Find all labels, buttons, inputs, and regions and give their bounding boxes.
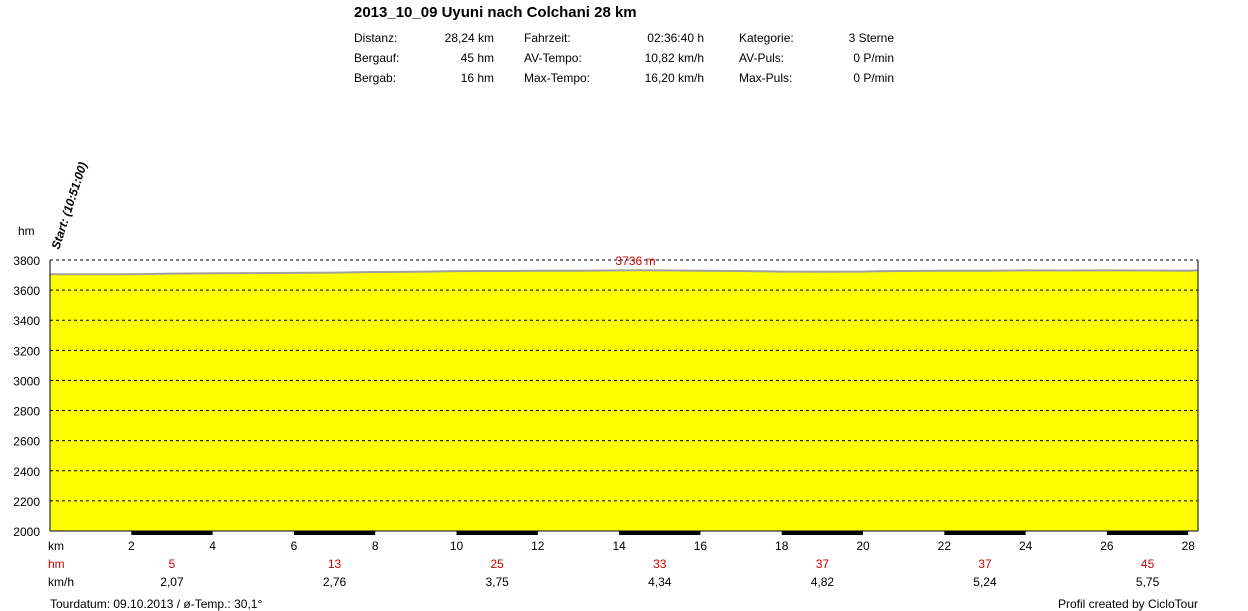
y-tick-3400: 3400 bbox=[13, 314, 40, 328]
y-tick-3200: 3200 bbox=[13, 344, 40, 358]
speed-row-value: 2,76 bbox=[323, 575, 347, 589]
elevation-chart: 3736 m 2000 2200 2400 2600 2800 3000 3200 3400 36… bbox=[13, 160, 1199, 589]
hm-row-value: 45 bbox=[1141, 557, 1155, 571]
y-tick-2200: 2200 bbox=[13, 495, 40, 509]
x-tick-18: 18 bbox=[775, 539, 789, 553]
y-tick-3000: 3000 bbox=[13, 374, 40, 388]
axis-segment-bar bbox=[293, 531, 376, 535]
axis-segment-bar bbox=[944, 531, 1026, 535]
speed-row-value: 3,75 bbox=[485, 575, 509, 589]
x-tick-20: 20 bbox=[856, 539, 870, 553]
x-tick-10: 10 bbox=[450, 539, 464, 553]
footer-credit: Profil created by CicloTour bbox=[1057, 597, 1198, 611]
elevation-area bbox=[50, 270, 1198, 531]
footer-tour-info: Tourdatum: 09.10.2013 / ø-Temp.: 30,1° bbox=[50, 597, 263, 611]
axis-segment-bar bbox=[456, 531, 538, 535]
y-tick-3800: 3800 bbox=[13, 254, 40, 268]
speed-row-value: 4,82 bbox=[811, 575, 835, 589]
speed-row-value: 2,07 bbox=[160, 575, 184, 589]
row-label-km: km bbox=[48, 539, 64, 553]
x-tick-4: 4 bbox=[209, 539, 216, 553]
x-tick-2: 2 bbox=[128, 539, 135, 553]
x-tick-12: 12 bbox=[531, 539, 545, 553]
x-tick-24: 24 bbox=[1019, 539, 1033, 553]
x-tick-26: 26 bbox=[1100, 539, 1114, 553]
axis-segment-bar bbox=[131, 531, 213, 535]
y-tick-3600: 3600 bbox=[13, 284, 40, 298]
hm-row-value: 5 bbox=[169, 557, 176, 571]
x-tick-28: 28 bbox=[1182, 539, 1196, 553]
x-tick-14: 14 bbox=[612, 539, 626, 553]
speed-row-value: 4,34 bbox=[648, 575, 672, 589]
x-tick-8: 8 bbox=[372, 539, 379, 553]
y-axis-label: hm bbox=[18, 224, 35, 238]
hm-row-value: 33 bbox=[653, 557, 667, 571]
speed-row-value: 5,24 bbox=[973, 575, 997, 589]
axis-segment-bar bbox=[781, 531, 864, 535]
hm-row-value: 25 bbox=[490, 557, 504, 571]
x-tick-6: 6 bbox=[291, 539, 298, 553]
x-tick-16: 16 bbox=[694, 539, 708, 553]
hm-row-value: 37 bbox=[816, 557, 830, 571]
axis-segment-bar bbox=[619, 531, 701, 535]
row-label-kmh: km/h bbox=[48, 575, 74, 589]
x-tick-22: 22 bbox=[938, 539, 952, 553]
max-elevation-label: 3736 m bbox=[615, 254, 655, 268]
y-tick-2600: 2600 bbox=[13, 435, 40, 449]
y-tick-2400: 2400 bbox=[13, 465, 40, 479]
row-label-hm: hm bbox=[48, 557, 65, 571]
y-tick-2800: 2800 bbox=[13, 405, 40, 419]
hm-row-value: 13 bbox=[328, 557, 342, 571]
axis-segment-bar bbox=[1106, 531, 1189, 535]
speed-row-value: 5,75 bbox=[1136, 575, 1160, 589]
start-time-label: Start: (10:51:00) bbox=[49, 160, 90, 251]
hm-row-value: 37 bbox=[978, 557, 992, 571]
y-tick-2000: 2000 bbox=[13, 525, 40, 539]
